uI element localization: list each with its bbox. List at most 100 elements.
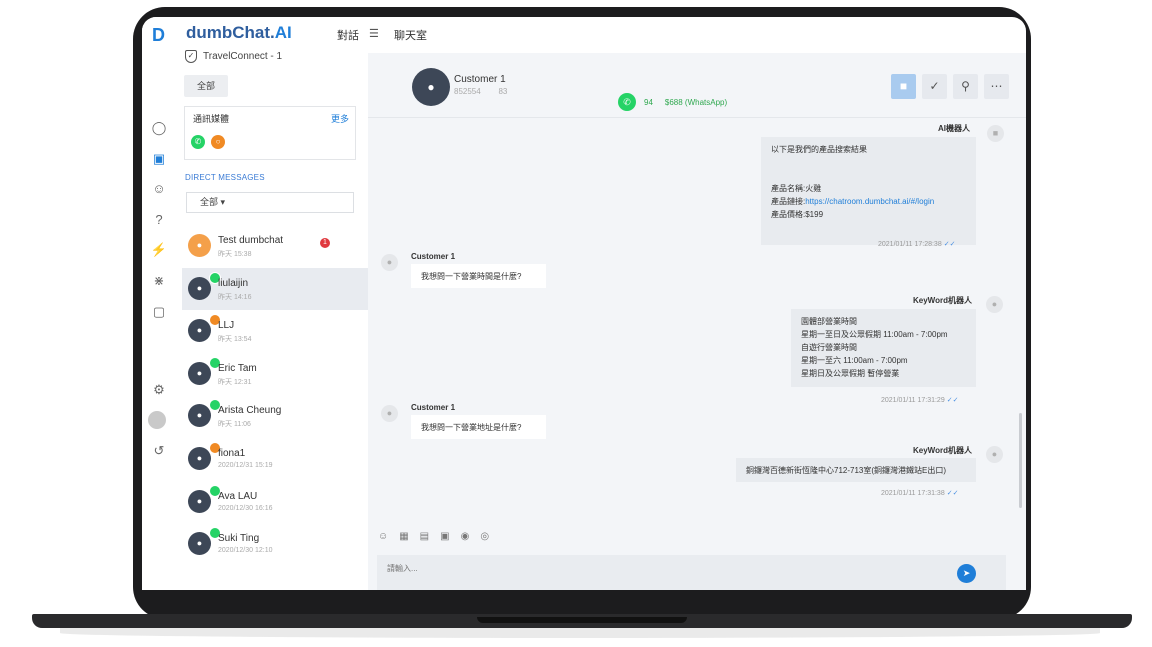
conversation-name: LLJ <box>218 320 235 332</box>
whatsapp-count: 94 <box>644 97 653 107</box>
conversation-item[interactable]: ● liulaijin 昨天 14:16 <box>182 267 368 311</box>
direct-messages-title: DIRECT MESSAGES <box>185 173 265 182</box>
conversation-avatar: ● <box>188 319 211 343</box>
file-icon[interactable]: ▤ <box>420 531 429 542</box>
dm-filter-select[interactable]: 全部 ▾ <box>186 192 354 213</box>
conversation-name: Ava LAU <box>218 490 258 502</box>
chat-actions: ■ ✓ ⚲ ⋯ <box>891 74 1009 99</box>
user-list-icon[interactable]: ☺ <box>150 180 168 198</box>
conversation-avatar: ● <box>188 404 211 428</box>
conversation-name: liulaijin <box>218 277 249 289</box>
cube-icon[interactable]: ▢ <box>150 303 168 321</box>
app-screen: D ◯ ▣ ☺ ? ⚡ ⋇ ▢ ⚙ ↺ dumbChat.AI ✓ Travel… <box>142 17 1026 590</box>
message-sender: KeyWord机器人 <box>913 446 972 455</box>
emoji-icon[interactable]: ☺ <box>378 531 388 542</box>
location-icon[interactable]: ◎ <box>480 531 489 542</box>
shield-icon: ✓ <box>185 50 197 63</box>
conversation-item[interactable]: ● Test dumbchat 昨天 15:38 1 <box>182 225 368 268</box>
message-time: 2021/01/11 17:28:38 ✓✓ <box>878 241 956 248</box>
message-time: 2021/01/11 17:31:38 ✓✓ <box>881 490 959 497</box>
product-link[interactable]: https://chatroom.dumbchat.ai/#/login <box>805 197 934 206</box>
conversation-time: 2020/12/31 15:19 <box>218 461 273 469</box>
channel-box: 通訊媒體 更多 ✆ ○ <box>184 106 356 160</box>
channel-icons: ✆ ○ <box>191 135 225 149</box>
conversation-time: 昨天 12:31 <box>218 378 252 386</box>
account-name: TravelConnect - 1 <box>203 51 283 62</box>
laptop-shadow <box>60 628 1100 638</box>
customer-avatar-icon: ● <box>381 405 398 422</box>
message-sender: KeyWord机器人 <box>913 296 972 305</box>
conversation-name: Suki Ting <box>218 533 260 545</box>
conversation-avatar: ● <box>188 446 211 470</box>
channel-title: 通訊媒體 <box>193 114 230 124</box>
account-selector[interactable]: ✓ TravelConnect - 1 <box>185 50 282 63</box>
network-icon[interactable]: ⋇ <box>150 272 168 290</box>
logout-icon[interactable]: ↺ <box>150 442 168 460</box>
conversation-item[interactable]: ● fiona1 2020/12/31 15:19 <box>182 438 368 481</box>
conversation-name: Eric Tam <box>218 362 257 374</box>
conversation-avatar: ● <box>188 532 211 556</box>
whatsapp-icon[interactable]: ✆ <box>191 135 205 149</box>
customer-ids: 852554 83 <box>454 87 508 96</box>
message-bubble: 我想問一下營業時間是什麼? <box>411 264 546 288</box>
contacts-icon[interactable]: ◯ <box>150 119 168 137</box>
conversation-item[interactable]: ● Ava LAU 2020/12/30 16:16 <box>182 481 368 524</box>
composer-toolbar: ☺ ▦ ▤ ▣ ◉ ◎ <box>378 531 489 542</box>
tab-conversations[interactable]: 對話 <box>337 27 359 43</box>
conversation-avatar: ● <box>188 234 211 257</box>
conversation-list: ● Test dumbchat 昨天 15:38 1 ● liulaijin 昨天 14:1… <box>182 225 368 566</box>
message-bubble: 我想問一下營業地址是什麼? <box>411 415 546 439</box>
chat-pane: ● Customer 1 852554 83 ✆ 94 $688 (WhatsA… <box>368 53 1026 590</box>
conversation-time: 昨天 13:54 <box>218 336 252 344</box>
conversation-item[interactable]: ● Suki Ting 2020/12/30 12:10 <box>182 523 368 566</box>
customer-avatar-icon: ● <box>381 254 398 271</box>
channel-more-link[interactable]: 更多 <box>331 112 349 125</box>
conversation-time: 昨天 15:38 <box>218 251 252 258</box>
whatsapp-info: ✆ 94 $688 (WhatsApp) <box>618 93 727 111</box>
camera-icon[interactable]: ▣ <box>440 531 449 542</box>
bot-avatar-icon: ● <box>986 446 1003 463</box>
message-scrollbar[interactable] <box>1019 413 1022 508</box>
composer: ➤ <box>377 555 1006 590</box>
lightning-icon[interactable]: ⚡ <box>150 241 168 259</box>
search-button[interactable]: ⚲ <box>953 74 978 99</box>
header-divider <box>368 117 1026 118</box>
customer-avatar: ● <box>412 68 450 106</box>
unread-badge: 1 <box>320 238 330 248</box>
all-button[interactable]: 全部 <box>184 75 228 97</box>
resolve-button[interactable]: ✓ <box>922 74 947 99</box>
message-bubble: 園體部營業時間 星期一至日及公眾假期 11:00am - 7:00pm 自遊行營… <box>791 309 976 387</box>
message-sender: AI機器人 <box>938 124 970 133</box>
menu-icon[interactable]: ☰ <box>369 27 379 40</box>
conversation-name: Arista Cheung <box>218 405 282 417</box>
logo-mark[interactable]: D <box>152 25 168 45</box>
image-icon[interactable]: ▦ <box>399 531 408 542</box>
message-bubble: 銅鑼灣百德新街恆隆中心712-713室(銅鑼灣港鐵站E出口) <box>736 458 976 482</box>
tab-chatroom[interactable]: 聊天室 <box>394 27 427 43</box>
message-input[interactable] <box>385 563 949 574</box>
template-icon[interactable]: ◉ <box>461 531 470 542</box>
chat-icon[interactable]: ▣ <box>150 150 168 168</box>
chevron-down-icon: ▾ <box>220 197 226 207</box>
bot-avatar-icon: ■ <box>987 125 1004 142</box>
settings-icon[interactable]: ⚙ <box>150 381 168 399</box>
bot-avatar-icon: ● <box>986 296 1003 313</box>
conversation-avatar: ● <box>188 361 211 385</box>
help-icon[interactable]: ? <box>150 211 168 229</box>
message-list: AI機器人 ■ 以下是我們的產品搜索結果 產品名稱:火雞 產品鏈接:https:… <box>368 119 1018 509</box>
more-button[interactable]: ⋯ <box>984 74 1009 99</box>
chat-header: ● Customer 1 852554 83 ✆ 94 $688 (WhatsA… <box>368 53 1026 117</box>
conversation-time: 2020/12/30 12:10 <box>218 547 273 555</box>
conversation-time: 昨天 14:16 <box>218 293 252 301</box>
bot-toggle-button[interactable]: ■ <box>891 74 916 99</box>
conversation-item[interactable]: ● Arista Cheung 昨天 11:06 <box>182 395 368 438</box>
conversation-item[interactable]: ● Eric Tam 昨天 12:31 <box>182 353 368 396</box>
laptop-notch <box>477 617 687 623</box>
icon-rail: D ◯ ▣ ☺ ? ⚡ ⋇ ▢ ⚙ ↺ <box>142 17 176 590</box>
send-button[interactable]: ➤ <box>957 564 976 583</box>
whatsapp-icon: ✆ <box>618 93 636 111</box>
conversation-name: fiona1 <box>218 447 246 459</box>
user-avatar[interactable] <box>148 411 166 429</box>
conversation-item[interactable]: ● LLJ 昨天 13:54 <box>182 310 368 353</box>
chat-channel-icon[interactable]: ○ <box>211 135 225 149</box>
